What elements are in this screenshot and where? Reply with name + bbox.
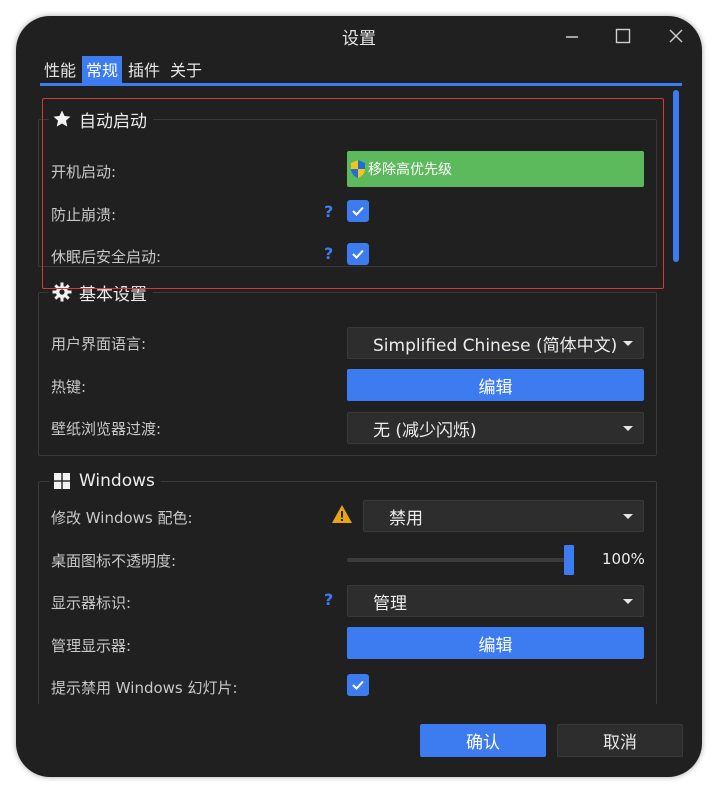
settings-window: 设置 性能 常规 插件 关于 自动启动 开机启动: 移除高优先级 防止崩溃: ?…: [16, 16, 702, 777]
minimize-button[interactable]: [558, 22, 586, 50]
ui-language-label: 用户界面语言:: [51, 335, 147, 353]
tab-performance[interactable]: 性能: [40, 56, 80, 84]
icon-opacity-slider-handle[interactable]: [564, 545, 574, 575]
check-icon: [352, 206, 364, 216]
windows-color-select[interactable]: 禁用: [363, 500, 644, 532]
tab-about[interactable]: 关于: [166, 56, 206, 84]
title-bar: 设置: [16, 16, 702, 56]
chevron-down-icon: [623, 514, 633, 519]
gear-icon: [51, 281, 73, 303]
windows-logo-icon: [51, 470, 73, 492]
tab-underline: [40, 83, 682, 86]
icon-opacity-value: 100%: [602, 550, 645, 568]
check-icon: [352, 680, 364, 690]
monitor-id-label: 显示器标识:: [51, 594, 132, 612]
ui-language-select[interactable]: Simplified Chinese (简体中文): [347, 327, 644, 359]
tab-plugins[interactable]: 插件: [124, 56, 164, 84]
hotkey-edit-button[interactable]: 编辑: [347, 369, 644, 401]
tab-bar: 性能 常规 插件 关于: [40, 56, 208, 84]
settings-content: 自动启动 开机启动: 移除高优先级 防止崩溃: ? 休眠后安全启动: ? 基本设…: [16, 88, 670, 704]
crash-protect-label: 防止崩溃:: [51, 206, 117, 224]
close-button[interactable]: [662, 22, 690, 50]
tab-general[interactable]: 常规: [82, 56, 123, 84]
window-title: 设置: [342, 29, 376, 49]
windows-group-title: Windows: [49, 469, 161, 493]
cancel-button[interactable]: 取消: [557, 724, 683, 757]
crash-protect-checkbox[interactable]: [347, 200, 369, 222]
autostart-title-label: 自动启动: [79, 111, 147, 132]
monitor-id-select[interactable]: 管理: [347, 585, 644, 617]
sleep-safe-start-label: 休眠后安全启动:: [51, 248, 162, 266]
windows-title-label: Windows: [79, 471, 155, 491]
autostart-group-title: 自动启动: [49, 107, 153, 132]
hotkey-label: 热键:: [51, 378, 87, 396]
minimize-icon: [566, 36, 578, 38]
windows-color-value: 禁用: [389, 508, 423, 529]
chevron-down-icon: [623, 341, 633, 346]
scrollbar-thumb[interactable]: [673, 90, 679, 262]
slideshow-prompt-label: 提示禁用 Windows 幻灯片:: [51, 679, 238, 697]
chevron-down-icon: [623, 599, 633, 604]
monitor-id-value: 管理: [373, 593, 407, 614]
ok-button[interactable]: 确认: [420, 724, 546, 757]
wallpaper-transition-select[interactable]: 无 (减少闪烁): [347, 412, 644, 444]
manage-monitors-label: 管理显示器:: [51, 637, 132, 655]
wallpaper-transition-label: 壁纸浏览器过渡:: [51, 420, 162, 438]
star-icon: [51, 108, 73, 130]
wallpaper-transition-value: 无 (减少闪烁): [373, 420, 477, 441]
check-icon: [352, 249, 364, 259]
icon-opacity-label: 桌面图标不透明度:: [51, 552, 177, 570]
sleep-safe-start-checkbox[interactable]: [347, 243, 369, 265]
warning-icon: [331, 504, 353, 524]
remove-high-priority-label: 移除高优先级: [368, 162, 452, 178]
remove-high-priority-button[interactable]: 移除高优先级: [347, 151, 644, 187]
shield-icon: [351, 160, 365, 178]
basic-group-title: 基本设置: [49, 280, 153, 305]
boot-start-label: 开机启动:: [51, 163, 117, 181]
basic-title-label: 基本设置: [79, 284, 147, 305]
windows-color-label: 修改 Windows 配色:: [51, 509, 193, 527]
manage-monitors-edit-button[interactable]: 编辑: [347, 627, 644, 659]
sleep-safe-start-help[interactable]: ?: [324, 244, 333, 263]
maximize-button[interactable]: [609, 22, 637, 50]
crash-protect-help[interactable]: ?: [324, 202, 333, 221]
icon-opacity-slider[interactable]: [347, 558, 569, 562]
maximize-icon: [615, 28, 631, 44]
close-icon: [669, 29, 683, 43]
ui-language-value: Simplified Chinese (简体中文): [373, 335, 618, 356]
chevron-down-icon: [623, 426, 633, 431]
slideshow-prompt-checkbox[interactable]: [347, 674, 369, 696]
monitor-id-help[interactable]: ?: [324, 590, 333, 609]
